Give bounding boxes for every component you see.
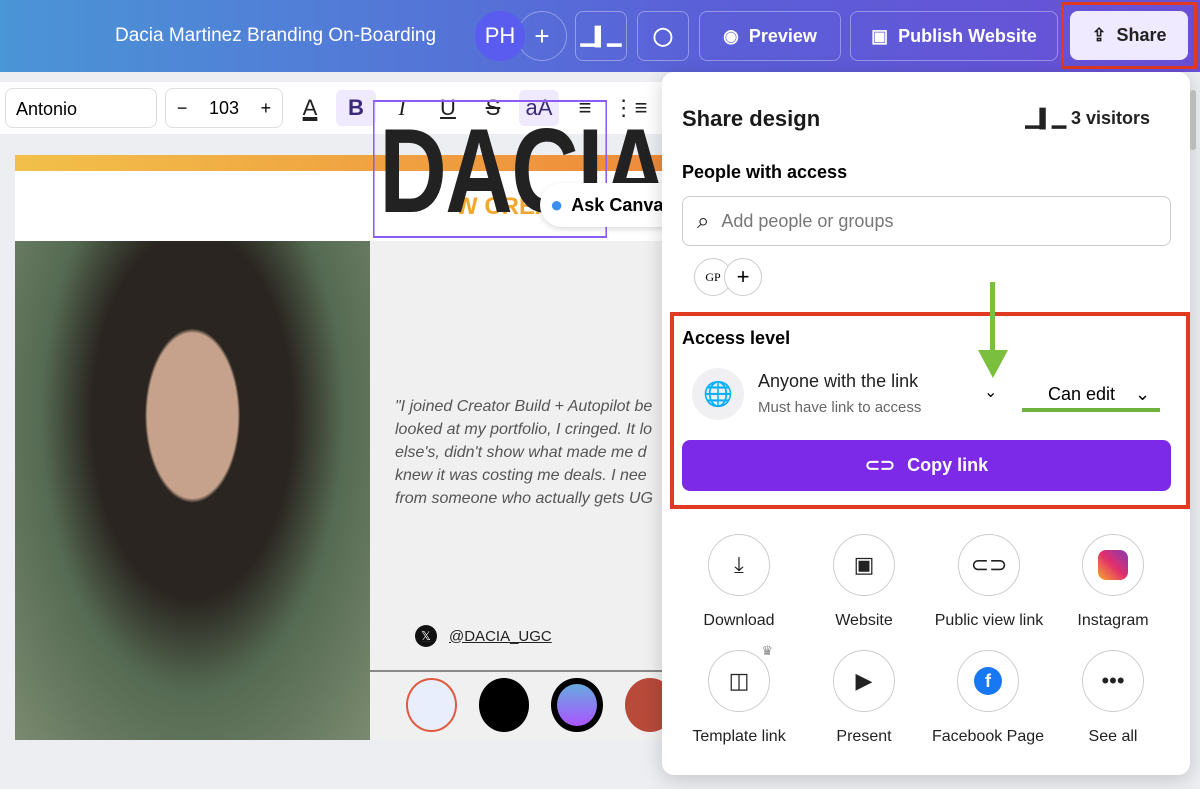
increase-size-button[interactable]: + — [261, 98, 272, 119]
share-label: Share — [1117, 25, 1167, 46]
website-icon: ▣ — [833, 534, 895, 596]
download-option[interactable]: ⤓ Download — [674, 534, 804, 630]
profile-photo[interactable] — [15, 241, 370, 740]
font-select[interactable]: Antonio — [5, 88, 157, 128]
design-canvas[interactable]: W CREA "I joined Creator Build + Autopil… — [15, 155, 675, 740]
visitors-button[interactable]: ▁▌▁ 3 visitors — [1026, 108, 1151, 129]
share-button[interactable]: ⇪ Share — [1061, 2, 1197, 69]
bold-button[interactable]: B — [336, 90, 376, 126]
avatar[interactable]: PH — [475, 11, 525, 61]
present-icon: ▶ — [833, 650, 895, 712]
publish-label: Publish Website — [898, 26, 1037, 47]
permission-value: Can edit — [1048, 384, 1115, 405]
ask-canva-button[interactable]: ● Ask Canva — [540, 183, 675, 227]
access-value[interactable]: Anyone with the link — [758, 371, 918, 392]
website-option[interactable]: ▣ Website — [799, 534, 929, 630]
share-design-panel: Share design ▁▌▁ 3 visitors People with … — [662, 72, 1190, 775]
instagram-option[interactable]: Instagram — [1048, 534, 1178, 630]
scrollbar[interactable] — [1190, 90, 1196, 150]
annotation-arrow — [990, 282, 995, 352]
option-label: Download — [703, 612, 774, 629]
brand-logo-d — [406, 678, 457, 732]
font-size-stepper[interactable]: −103 + — [165, 88, 283, 128]
see-all-option[interactable]: ••• See all — [1048, 650, 1178, 746]
annotation-underline — [1022, 408, 1160, 412]
panel-title: Share design — [682, 106, 820, 132]
preview-button[interactable]: ◉ Preview — [699, 11, 841, 61]
upload-icon: ⇪ — [1091, 25, 1106, 46]
social-handle[interactable]: 𝕏 @DACIA_UGC — [415, 625, 552, 647]
instagram-icon — [1082, 534, 1144, 596]
decrease-size-button[interactable]: − — [177, 98, 188, 119]
download-icon: ⤓ — [708, 534, 770, 596]
search-icon: ⌕ — [697, 208, 709, 234]
option-label: Facebook Page — [932, 728, 1044, 745]
access-level-label: Access level — [682, 328, 790, 349]
preview-label: Preview — [749, 26, 817, 47]
insights-button[interactable]: ▁▌▁ — [575, 11, 627, 61]
search-placeholder: Add people or groups — [721, 211, 893, 232]
bar-chart-icon: ▁▌▁ — [1026, 108, 1071, 128]
access-chevron-down-icon[interactable]: ⌄ — [984, 382, 997, 402]
comment-icon: ◯ — [653, 26, 673, 47]
x-logo-icon: 𝕏 — [415, 625, 437, 647]
access-subtext: Must have link to access — [758, 399, 921, 416]
ask-canva-label: Ask Canva — [571, 195, 663, 216]
brand-logo-solana — [551, 678, 602, 732]
crown-icon: ♛ — [761, 643, 773, 659]
link-icon: ⊂⊃ — [865, 455, 895, 476]
publish-website-button[interactable]: ▣ Publish Website — [850, 11, 1058, 61]
more-icon: ••• — [1082, 650, 1144, 712]
text-color-button[interactable]: A — [290, 90, 330, 126]
option-label: Website — [835, 612, 893, 629]
comments-button[interactable]: ◯ — [637, 11, 689, 61]
option-label: Present — [836, 728, 891, 745]
option-label: Public view link — [935, 612, 1043, 629]
people-with-access-label: People with access — [682, 162, 847, 183]
canva-ai-icon: ● — [550, 192, 563, 218]
copy-link-button[interactable]: ⊂⊃ Copy link — [682, 440, 1171, 491]
globe-icon: 🌐 — [692, 368, 744, 420]
brand-logo-m — [479, 678, 529, 732]
option-label: Instagram — [1077, 612, 1148, 629]
link-icon: ⊂⊃ — [958, 534, 1020, 596]
bar-chart-icon: ▁▌▁ — [581, 26, 621, 47]
visitors-count: 3 visitors — [1071, 108, 1150, 128]
annotation-arrow-head — [978, 350, 1008, 378]
top-bar: Dacia Martinez Branding On-Boarding + PH… — [0, 0, 1200, 72]
website-icon: ▣ — [871, 26, 888, 47]
permission-select[interactable]: Can edit ⌄ — [1048, 384, 1150, 405]
eye-icon: ◉ — [723, 26, 739, 47]
font-size-value[interactable]: 103 — [209, 98, 239, 119]
add-person-button[interactable]: + — [724, 258, 762, 296]
public-view-link-option[interactable]: ⊂⊃ Public view link — [923, 534, 1055, 630]
copy-link-label: Copy link — [907, 455, 988, 476]
facebook-icon: f — [957, 650, 1019, 712]
design-title[interactable]: Dacia Martinez Branding On-Boarding — [115, 25, 436, 47]
facebook-page-option[interactable]: f Facebook Page — [923, 650, 1053, 746]
template-link-option[interactable]: ◫♛ Template link — [674, 650, 804, 746]
present-option[interactable]: ▶ Present — [799, 650, 929, 746]
option-label: Template link — [692, 728, 785, 745]
handle-text: @DACIA_UGC — [449, 628, 552, 645]
chevron-down-icon: ⌄ — [1135, 384, 1150, 405]
add-people-input[interactable]: ⌕ Add people or groups — [682, 196, 1171, 246]
template-icon: ◫♛ — [708, 650, 770, 712]
testimonial-text[interactable]: "I joined Creator Build + Autopilot be l… — [395, 395, 675, 510]
brand-logos — [370, 670, 675, 740]
option-label: See all — [1089, 728, 1138, 745]
